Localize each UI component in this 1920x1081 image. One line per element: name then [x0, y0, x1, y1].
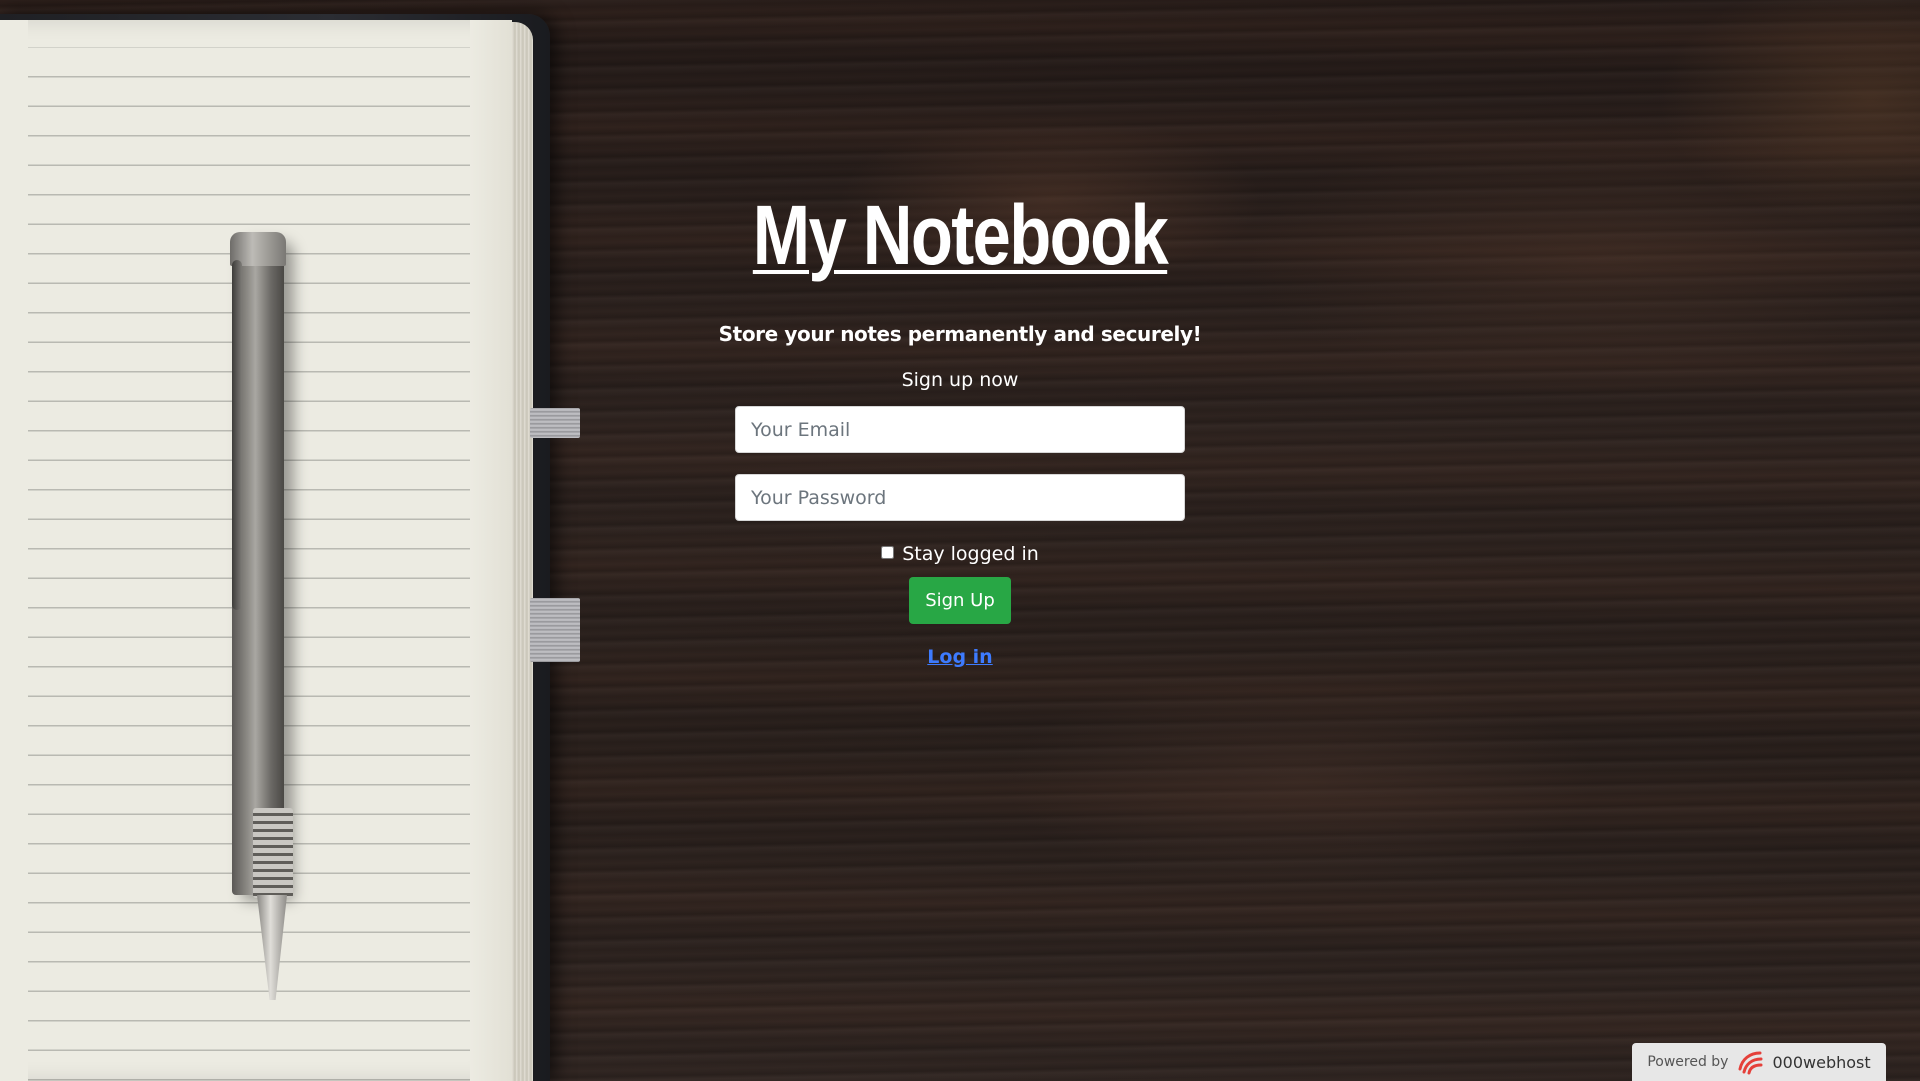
form-heading: Sign up now — [901, 369, 1019, 391]
stay-logged-in-option[interactable]: Stay logged in — [660, 543, 1260, 565]
powered-by-brand: 000webhost — [1772, 1052, 1871, 1072]
signup-form: Stay logged in Sign Up — [660, 406, 1260, 624]
000webhost-logo-icon — [1738, 1051, 1763, 1075]
stay-logged-in-checkbox[interactable] — [881, 545, 895, 559]
login-link[interactable]: Log in — [927, 646, 992, 668]
tagline: Store your notes permanently and securel… — [718, 322, 1202, 346]
page-title: My Notebook — [752, 188, 1169, 282]
powered-by-label: Powered by — [1647, 1054, 1729, 1070]
sign-up-button[interactable]: Sign Up — [909, 577, 1011, 624]
stay-logged-in-label: Stay logged in — [902, 543, 1039, 565]
powered-by-badge[interactable]: Powered by 000webhost — [1632, 1043, 1886, 1081]
password-field[interactable] — [735, 474, 1185, 521]
email-field[interactable] — [735, 406, 1185, 453]
signup-panel: My Notebook Store your notes permanently… — [660, 180, 1260, 668]
